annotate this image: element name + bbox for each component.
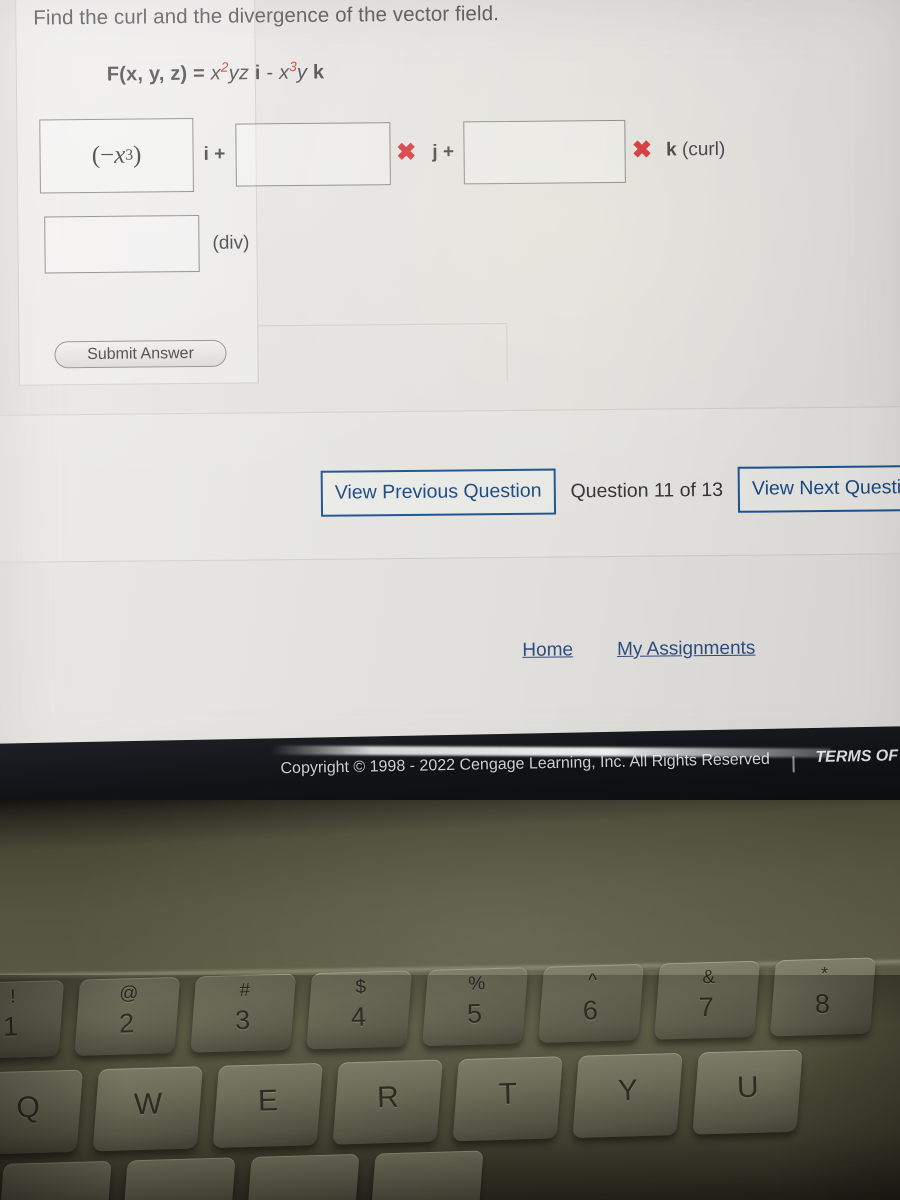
key-w[interactable]: W (92, 1066, 203, 1152)
key-e[interactable]: E (212, 1062, 323, 1149)
curl-k-input[interactable] (463, 119, 627, 184)
key-third-row-2[interactable] (245, 1153, 360, 1200)
footer-divider (792, 756, 795, 773)
curl-answer-row: (− x 3) i + ✖ j + ✖ k (curl) (39, 113, 725, 194)
key-5-glyph: 5 (466, 998, 483, 1029)
question-navigation-band: View Previous Question Question 11 of 13… (0, 406, 900, 563)
formula-minus: - (260, 61, 280, 85)
key-2-glyph: 2 (118, 1008, 135, 1039)
key-t[interactable]: T (452, 1056, 563, 1142)
key-4[interactable]: $4 (306, 970, 413, 1050)
key-7[interactable]: & 7 (654, 960, 760, 1040)
div-suffix-label: (div) (212, 231, 250, 254)
key-1-shift-glyph: ! (10, 986, 16, 1008)
curl-k-unit-label: k (curl) (658, 139, 725, 162)
vector-field-formula: F(x, y, z) = x2yz i - x3y k (107, 59, 325, 87)
key-r-glyph: R (376, 1080, 400, 1115)
key-y-glyph: Y (617, 1074, 639, 1108)
formula-term2-rest: y (296, 61, 314, 84)
key-w-glyph: W (133, 1087, 163, 1122)
screen-glare (270, 745, 831, 758)
curl-j-unit-label: j + (432, 141, 455, 163)
submit-answer-button[interactable]: Submit Answer (54, 339, 227, 369)
laptop-photo: Find the curl and the divergence of the … (0, 0, 900, 1200)
key-4-shift-glyph: $ (355, 976, 367, 998)
curl-i-minus: − (99, 141, 115, 169)
keyboard-letter-row: QWERTYU (0, 1049, 817, 1155)
question-counter: Question 11 of 13 (570, 478, 724, 502)
view-next-question-button[interactable]: View Next Question (737, 464, 900, 513)
key-q[interactable]: Q (0, 1069, 83, 1155)
curl-k-bold-k: k (665, 139, 677, 161)
key-u[interactable]: U (692, 1049, 803, 1135)
key-8[interactable]: * 8 (770, 957, 876, 1037)
keyboard-number-row: ! 1 @2 #3 $4% 5 ^ 6 & 7 * 8 (0, 957, 890, 1060)
key-u-glyph: U (736, 1070, 760, 1105)
key-6[interactable]: ^ 6 (538, 963, 644, 1043)
key-6-glyph: 6 (582, 995, 599, 1026)
question-panel-footer-stub (257, 323, 508, 384)
key-third-row-0[interactable] (0, 1160, 112, 1200)
key-r[interactable]: R (332, 1059, 443, 1145)
key-3-glyph: 3 (234, 1004, 251, 1036)
key-third-row-3[interactable] (369, 1150, 484, 1200)
question-navigation: View Previous Question Question 11 of 13… (320, 464, 900, 517)
curl-i-unit-label: i + (203, 143, 226, 165)
home-link[interactable]: Home (522, 639, 573, 661)
laptop-screen: Find the curl and the divergence of the … (0, 0, 900, 790)
laptop-keyboard: ! 1 @2 #3 $4% 5 ^ 6 & 7 * 8 QWERTYU (0, 947, 900, 1200)
key-7-glyph: 7 (698, 991, 715, 1023)
footer-links: Home My Assignments (522, 638, 755, 662)
div-answer-row: (div) (44, 214, 250, 274)
key-q-glyph: Q (16, 1090, 41, 1125)
key-2[interactable]: @2 (74, 976, 181, 1056)
formula-term2-unit: k (312, 61, 325, 84)
key-y[interactable]: Y (572, 1052, 683, 1138)
key-5-shift-glyph: % (468, 973, 486, 995)
curl-suffix-label: (curl) (681, 138, 726, 161)
key-8-glyph: 8 (814, 988, 831, 1020)
curl-i-input[interactable]: (− x 3) (39, 118, 194, 194)
div-input[interactable] (44, 214, 200, 274)
key-8-shift-glyph: * (820, 963, 829, 985)
key-4-glyph: 4 (350, 1001, 367, 1033)
formula-term1-exponent: 2 (220, 59, 229, 75)
curl-i-exponent: 3 (125, 146, 134, 164)
key-2-shift-glyph: @ (118, 983, 139, 1005)
key-3-shift-glyph: # (239, 979, 251, 1002)
key-5[interactable]: % 5 (422, 967, 528, 1047)
key-6-shift-glyph: ^ (587, 970, 598, 992)
key-e-glyph: E (257, 1084, 279, 1118)
key-3[interactable]: #3 (190, 973, 297, 1053)
formula-term1-rest: yz (228, 62, 255, 85)
curl-j-input[interactable] (234, 121, 391, 187)
question-prompt: Find the curl and the divergence of the … (33, 2, 500, 30)
curl-i-open-paren: ( (91, 141, 101, 169)
key-third-row-1[interactable] (121, 1157, 236, 1200)
key-1[interactable]: ! 1 (0, 980, 65, 1060)
curl-k-incorrect-icon: ✖ (631, 136, 653, 164)
formula-lhs: F(x, y, z) = (106, 62, 211, 86)
curl-i-variable: x (114, 141, 126, 169)
key-7-shift-glyph: & (702, 966, 716, 989)
curl-j-incorrect-icon: ✖ (396, 138, 417, 167)
keyboard-third-row (0, 1150, 497, 1200)
key-t-glyph: T (498, 1077, 518, 1111)
formula-term1-base: x (210, 62, 222, 85)
view-previous-question-button[interactable]: View Previous Question (320, 468, 556, 517)
key-1-glyph: 1 (2, 1011, 19, 1042)
my-assignments-link[interactable]: My Assignments (617, 638, 756, 661)
curl-i-close-paren: ) (132, 141, 142, 169)
